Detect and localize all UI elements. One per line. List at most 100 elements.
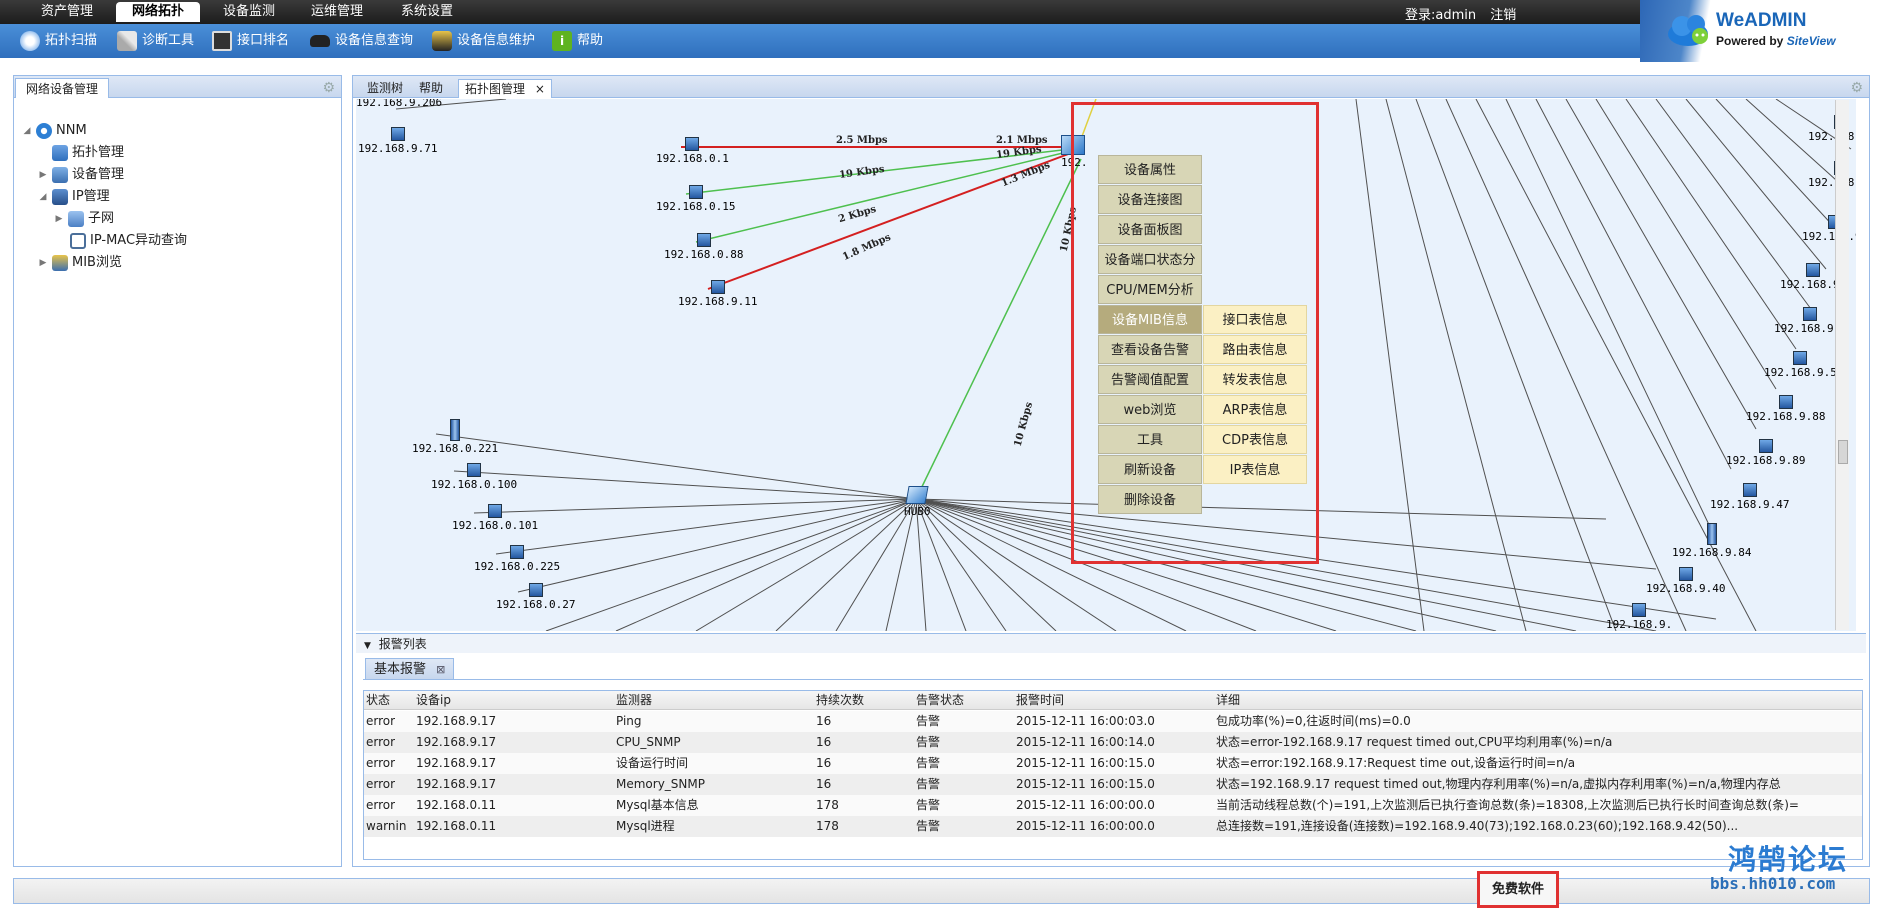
hub-node[interactable]: HUB0 [904,486,931,518]
column-header[interactable]: 设备ip [416,691,451,710]
free-software-button[interactable]: 免费软件 [1477,871,1559,908]
brand-logo: WeADMIN Powered by SiteView [1640,0,1882,62]
cloud-icon [1668,15,1708,46]
device-node[interactable]: 192.168.9.11 [678,280,757,308]
table-row[interactable]: error 192.168.9.17 Ping 16 告警 2015-12-11… [364,711,1862,732]
ctx-delete-device[interactable]: 删除设备 [1098,485,1202,514]
device-node[interactable]: 192.168.0.101 [452,504,538,532]
table-row[interactable]: error 192.168.9.17 Memory_SNMP 16 告警 201… [364,774,1862,795]
alarm-section-header[interactable]: ▼ 报警列表 [356,633,1866,653]
table-row[interactable]: error 192.168.9.17 设备运行时间 16 告警 2015-12-… [364,753,1862,774]
tab-basic-alarm[interactable]: 基本报警 ⊠ [365,658,455,680]
menu-tab-settings[interactable]: 系统设置 [390,2,464,22]
canvas-scrollbar[interactable] [1835,100,1849,630]
device-node[interactable]: 192.168.0.15 [656,185,735,213]
device-node[interactable]: 192.168.9.47 [1710,483,1789,511]
ctx-device-connection[interactable]: 设备连接图 [1098,185,1202,214]
logout-link[interactable]: 注销 [1490,8,1516,23]
switch-node[interactable]: 192. [1061,135,1088,169]
ctx-refresh-device[interactable]: 刷新设备 [1098,455,1202,484]
app-header: 资产管理 网络拓扑 设备监测 运维管理 系统设置 登录:admin 注销 拓扑扫… [0,0,1882,62]
gear-icon[interactable]: ⚙ [1850,80,1863,96]
scrollbar-thumb[interactable] [1838,440,1848,464]
close-icon[interactable]: ⊠ [436,663,445,676]
close-icon[interactable]: × [535,82,545,96]
menu-tab-monitor[interactable]: 设备监测 [212,2,286,22]
device-node[interactable]: 192.168.0.27 [496,583,575,611]
ctx-sub-forward-table[interactable]: 转发表信息 [1203,365,1307,394]
device-node[interactable]: 192.168.9.89 [1726,439,1805,467]
menu-tab-ops[interactable]: 运维管理 [300,2,374,22]
device-node[interactable]: 192.168.9.71 [358,127,437,155]
device-node[interactable]: 192.168.9.40 [1646,567,1725,595]
tab-topology-management[interactable]: 拓扑图管理 × [458,79,552,98]
link-label: 2.5 Mbps [836,135,888,146]
expand-icon[interactable]: ▶ [54,208,64,230]
tree-node-nnm[interactable]: ◢ NNM [22,120,187,142]
ctx-device-panel[interactable]: 设备面板图 [1098,215,1202,244]
ctx-alarm-threshold[interactable]: 告警阈值配置 [1098,365,1202,394]
ctx-web-browse[interactable]: web浏览 [1098,395,1202,424]
device-node[interactable]: 192.168.0.221 [412,419,498,455]
expand-icon[interactable]: ▶ [38,164,48,186]
ctx-tools[interactable]: 工具 [1098,425,1202,454]
column-header[interactable]: 告警状态 [916,691,964,710]
device-node[interactable]: 192.168.9.206 [356,99,442,109]
ctx-sub-cdp-table[interactable]: CDP表信息 [1203,425,1307,454]
topo-scan-button[interactable]: 拓扑扫描 [20,30,97,52]
table-row[interactable]: error 192.168.9.17 CPU_SNMP 16 告警 2015-1… [364,732,1862,753]
collapse-icon[interactable]: ◢ [22,120,32,142]
ctx-sub-route-table[interactable]: 路由表信息 [1203,335,1307,364]
device-node[interactable]: 192.168.9.84 [1672,523,1751,559]
gear-icon[interactable]: ⚙ [322,80,335,96]
device-node[interactable]: 192.168.0.225 [474,545,560,573]
table-row[interactable]: warnin 192.168.0.11 Mysql进程 178 告警 2015-… [364,816,1862,837]
panel-title[interactable]: 网络设备管理 [15,78,110,98]
device-query-button[interactable]: 设备信息查询 [310,30,413,52]
ctx-sub-interface-table[interactable]: 接口表信息 [1203,305,1307,334]
ctx-device-mib[interactable]: 设备MIB信息 [1098,305,1202,334]
column-header[interactable]: 监测器 [616,691,652,710]
device-node[interactable]: 192.168.0.88 [664,233,743,261]
help-button[interactable]: i 帮助 [552,30,603,52]
table-header: 状态 设备ip 监测器 持续次数 告警状态 报警时间 详细 [364,691,1862,710]
alarm-table: 状态 设备ip 监测器 持续次数 告警状态 报警时间 详细 error 192.… [363,690,1863,860]
collapse-icon[interactable]: ▼ [364,641,371,651]
table-row[interactable]: error 192.168.0.11 Mysql基本信息 178 告警 2015… [364,795,1862,816]
device-node[interactable]: 192.168.0.100 [431,463,517,491]
tree-node-mib[interactable]: ▶ MIB浏览 [22,252,187,274]
device-node[interactable]: 192.168.0.1 [656,137,729,165]
port-ranking-button[interactable]: 接口排名 [212,30,289,52]
hub-icon [905,486,929,504]
ctx-cpu-mem[interactable]: CPU/MEM分析 [1098,275,1202,304]
tree-node-topology[interactable]: 拓扑管理 [22,142,187,164]
menu-tab-topology[interactable]: 网络拓扑 [116,2,200,22]
column-header[interactable]: 状态 [366,691,390,710]
device-node[interactable]: 192.168.9.88 [1746,395,1825,423]
ctx-sub-ip-table[interactable]: IP表信息 [1203,455,1307,484]
column-header[interactable]: 持续次数 [816,691,864,710]
computer-icon [710,280,725,294]
device-maintain-button[interactable]: 设备信息维护 [432,30,535,52]
ctx-sub-arp-table[interactable]: ARP表信息 [1203,395,1307,424]
tab-help[interactable]: 帮助 [413,79,449,98]
tree-node-ipmac[interactable]: IP-MAC异动查询 [22,230,187,252]
menu-tab-assets[interactable]: 资产管理 [30,2,104,22]
column-header[interactable]: 详细 [1216,691,1240,710]
device-node[interactable]: 192.168.9. [1606,603,1672,631]
computer-icon [528,583,543,597]
tree-node-device[interactable]: ▶ 设备管理 [22,164,187,186]
ctx-port-status[interactable]: 设备端口状态分析 [1098,245,1202,297]
tab-monitor-tree[interactable]: 监测树 [361,79,409,98]
device-node[interactable]: 192.168.9.5 [1764,351,1837,379]
watermark-title: 鸿鹄论坛 [1728,843,1849,876]
nnm-icon [36,123,52,139]
column-header[interactable]: 报警时间 [1016,691,1064,710]
expand-icon[interactable]: ▶ [38,252,48,274]
ctx-view-alarms[interactable]: 查看设备告警 [1098,335,1202,364]
tree-node-subnet[interactable]: ▶ 子网 [22,208,187,230]
diagnose-tools-button[interactable]: 诊断工具 [117,30,194,52]
tree-node-ip[interactable]: ◢ IP管理 [22,186,187,208]
ctx-device-properties[interactable]: 设备属性 [1098,155,1202,184]
collapse-icon[interactable]: ◢ [38,186,48,208]
